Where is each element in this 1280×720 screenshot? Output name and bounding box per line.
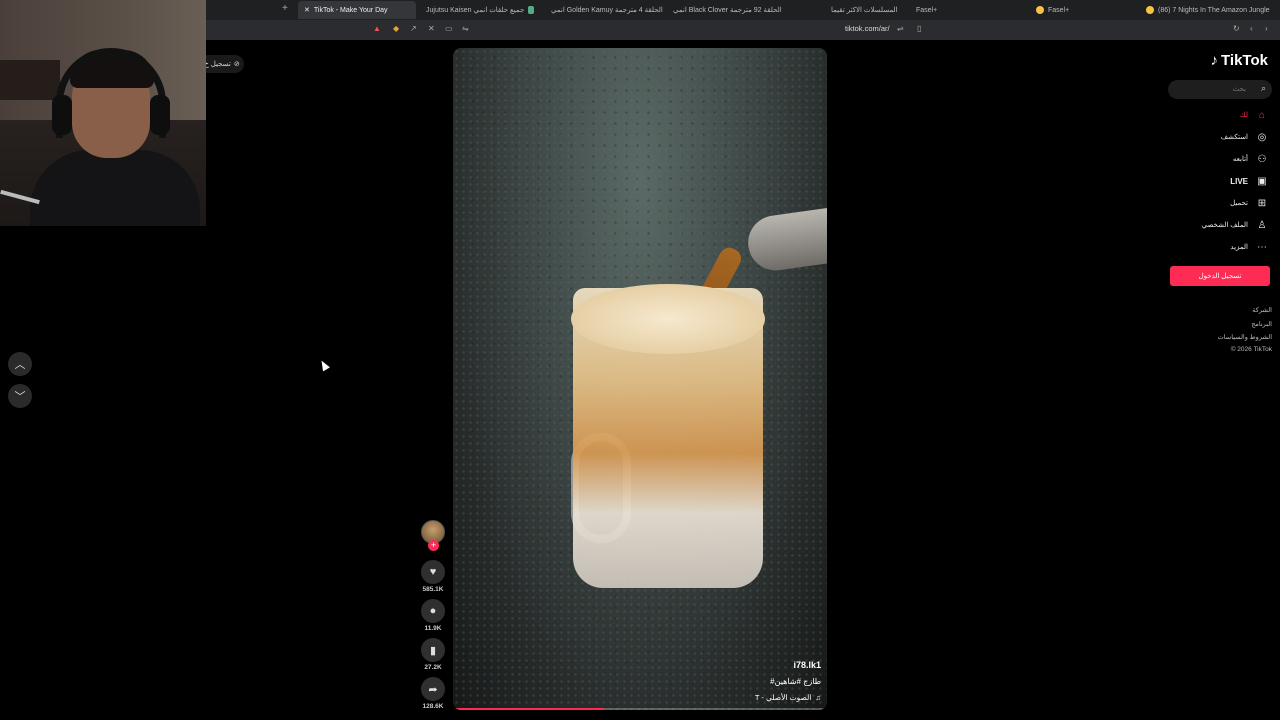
compass-icon: ◎ xyxy=(1257,131,1267,143)
comment-icon: ● xyxy=(421,599,445,623)
address-bar[interactable]: tiktok.com/ar/ xyxy=(845,24,890,33)
next-video-button[interactable]: ﹀ xyxy=(8,384,32,408)
upload-icon: ⊞ xyxy=(1257,197,1267,209)
video-progress-bar[interactable] xyxy=(453,708,827,710)
pin-icon[interactable]: ✕ xyxy=(428,24,435,33)
sidebar-item-explore[interactable]: استكشف ◎ xyxy=(1221,130,1268,144)
sidebar-item-following[interactable]: أتابعه ⚇ xyxy=(1233,152,1268,166)
settings-icon[interactable]: ⇌ xyxy=(897,24,904,33)
webcam-overlay xyxy=(0,0,206,226)
forward-icon[interactable]: › xyxy=(1265,24,1268,33)
share-icon[interactable]: ↗ xyxy=(410,24,417,33)
chevron-up-icon: ︿ xyxy=(14,359,26,371)
tab-fasel-1[interactable]: Fasel+ xyxy=(910,1,1020,19)
comment-count: 11.9K xyxy=(424,625,442,632)
more-icon: ⋯ xyxy=(1257,241,1267,253)
live-icon: ▣ xyxy=(1257,175,1267,187)
save-button[interactable]: ▮ 27.2K xyxy=(421,638,445,671)
share-button[interactable]: ➦ 128.6K xyxy=(421,677,445,710)
profile-icon: ♙ xyxy=(1257,219,1267,231)
following-icon: ⚇ xyxy=(1257,153,1267,165)
footer-link-program[interactable]: البرنامج xyxy=(1251,320,1272,328)
glass-foam xyxy=(571,284,765,354)
site-favicon-icon xyxy=(528,6,534,14)
like-button[interactable]: ♥ 585.1K xyxy=(421,560,445,593)
tab-golden-kamuy[interactable]: انمي Golden Kamuy الحلقة 4 مترجمة xyxy=(545,1,663,19)
sidebar-item-upload[interactable]: تحميل ⊞ xyxy=(1230,196,1268,210)
tab-fasel-2[interactable]: Fasel+ xyxy=(1030,1,1130,19)
bookmark-icon[interactable]: ▯ xyxy=(917,24,921,33)
mode-icon[interactable]: ⇋ xyxy=(462,24,469,33)
tab-tiktok[interactable]: ✕ TikTok - Make Your Day xyxy=(298,1,416,19)
close-icon[interactable]: ✕ xyxy=(304,6,310,14)
comment-button[interactable]: ● 11.9K xyxy=(421,599,445,632)
back-icon[interactable]: ‹ xyxy=(1250,24,1253,33)
tab-black-clover[interactable]: انمي Black Clover الحلقة 92 مترجمة xyxy=(667,1,785,19)
new-tab-button[interactable]: + xyxy=(282,3,288,14)
follow-plus-icon[interactable]: + xyxy=(428,540,439,551)
bookmark-icon: ▮ xyxy=(421,638,445,662)
site-favicon-icon xyxy=(1036,6,1044,14)
chevron-down-icon: ﹀ xyxy=(14,391,26,403)
search-input[interactable]: بحث ⌕ xyxy=(1168,80,1272,99)
extension-icon[interactable]: ▲ xyxy=(373,24,381,33)
site-favicon-icon xyxy=(1146,6,1154,14)
sidebar-item-more[interactable]: المزيد ⋯ xyxy=(1230,240,1268,254)
footer-link-company[interactable]: الشركة xyxy=(1252,306,1272,314)
share-arrow-icon: ➦ xyxy=(421,677,445,701)
sidebar-item-for-you[interactable]: لك ⌂ xyxy=(1240,108,1268,122)
sidebar-item-live[interactable]: LIVE ▣ xyxy=(1230,174,1268,188)
video-hashtags[interactable]: #طازج #شاهين xyxy=(770,677,821,686)
login-chip-button[interactable]: تسجيل خ ⊘ xyxy=(200,55,244,73)
footer-link-terms[interactable]: الشروط والسياسات xyxy=(1218,333,1272,341)
video-username[interactable]: i78.lk1 xyxy=(793,660,821,670)
reload-icon[interactable]: ↻ xyxy=(1233,24,1240,33)
tiktok-logo[interactable]: ♪ TikTok xyxy=(1211,52,1268,69)
video-music[interactable]: T - الصوت الأصلي ♫ xyxy=(755,693,821,702)
screen-icon[interactable]: ▭ xyxy=(445,24,453,33)
save-count: 27.2K xyxy=(424,664,442,671)
previous-video-button[interactable]: ︿ xyxy=(8,352,32,376)
share-count: 128.6K xyxy=(422,703,444,710)
sidebar-item-profile[interactable]: الملف الشخصي ♙ xyxy=(1202,218,1268,232)
tab-amazon-video[interactable]: (86) 7 Nights In The Amazon Jungle xyxy=(1140,1,1280,19)
tab-jujutsu[interactable]: Jujutsu Kaisen جميع حلقات انمي xyxy=(420,1,540,19)
video-player[interactable]: i78.lk1 #طازج #شاهين T - الصوت الأصلي ♫ xyxy=(453,48,827,710)
search-icon[interactable]: ⌕ xyxy=(1261,83,1266,94)
video-progress-fill xyxy=(453,708,603,710)
heart-icon: ♥ xyxy=(421,560,445,584)
music-note-icon: ♫ xyxy=(815,693,821,702)
footer-copyright: © 2026 TikTok xyxy=(1230,346,1272,353)
mouse-cursor xyxy=(318,358,330,372)
home-icon: ⌂ xyxy=(1258,109,1266,121)
like-count: 585.1K xyxy=(422,586,444,593)
login-button[interactable]: تسجيل الدخول xyxy=(1170,266,1270,286)
tiktok-note-icon: ♪ xyxy=(1210,52,1219,69)
compass-icon: ⊘ xyxy=(233,61,240,68)
extension-icon[interactable]: ◆ xyxy=(393,24,399,33)
tab-series[interactable]: المسلسلات الاكثر تقيما xyxy=(825,1,905,19)
